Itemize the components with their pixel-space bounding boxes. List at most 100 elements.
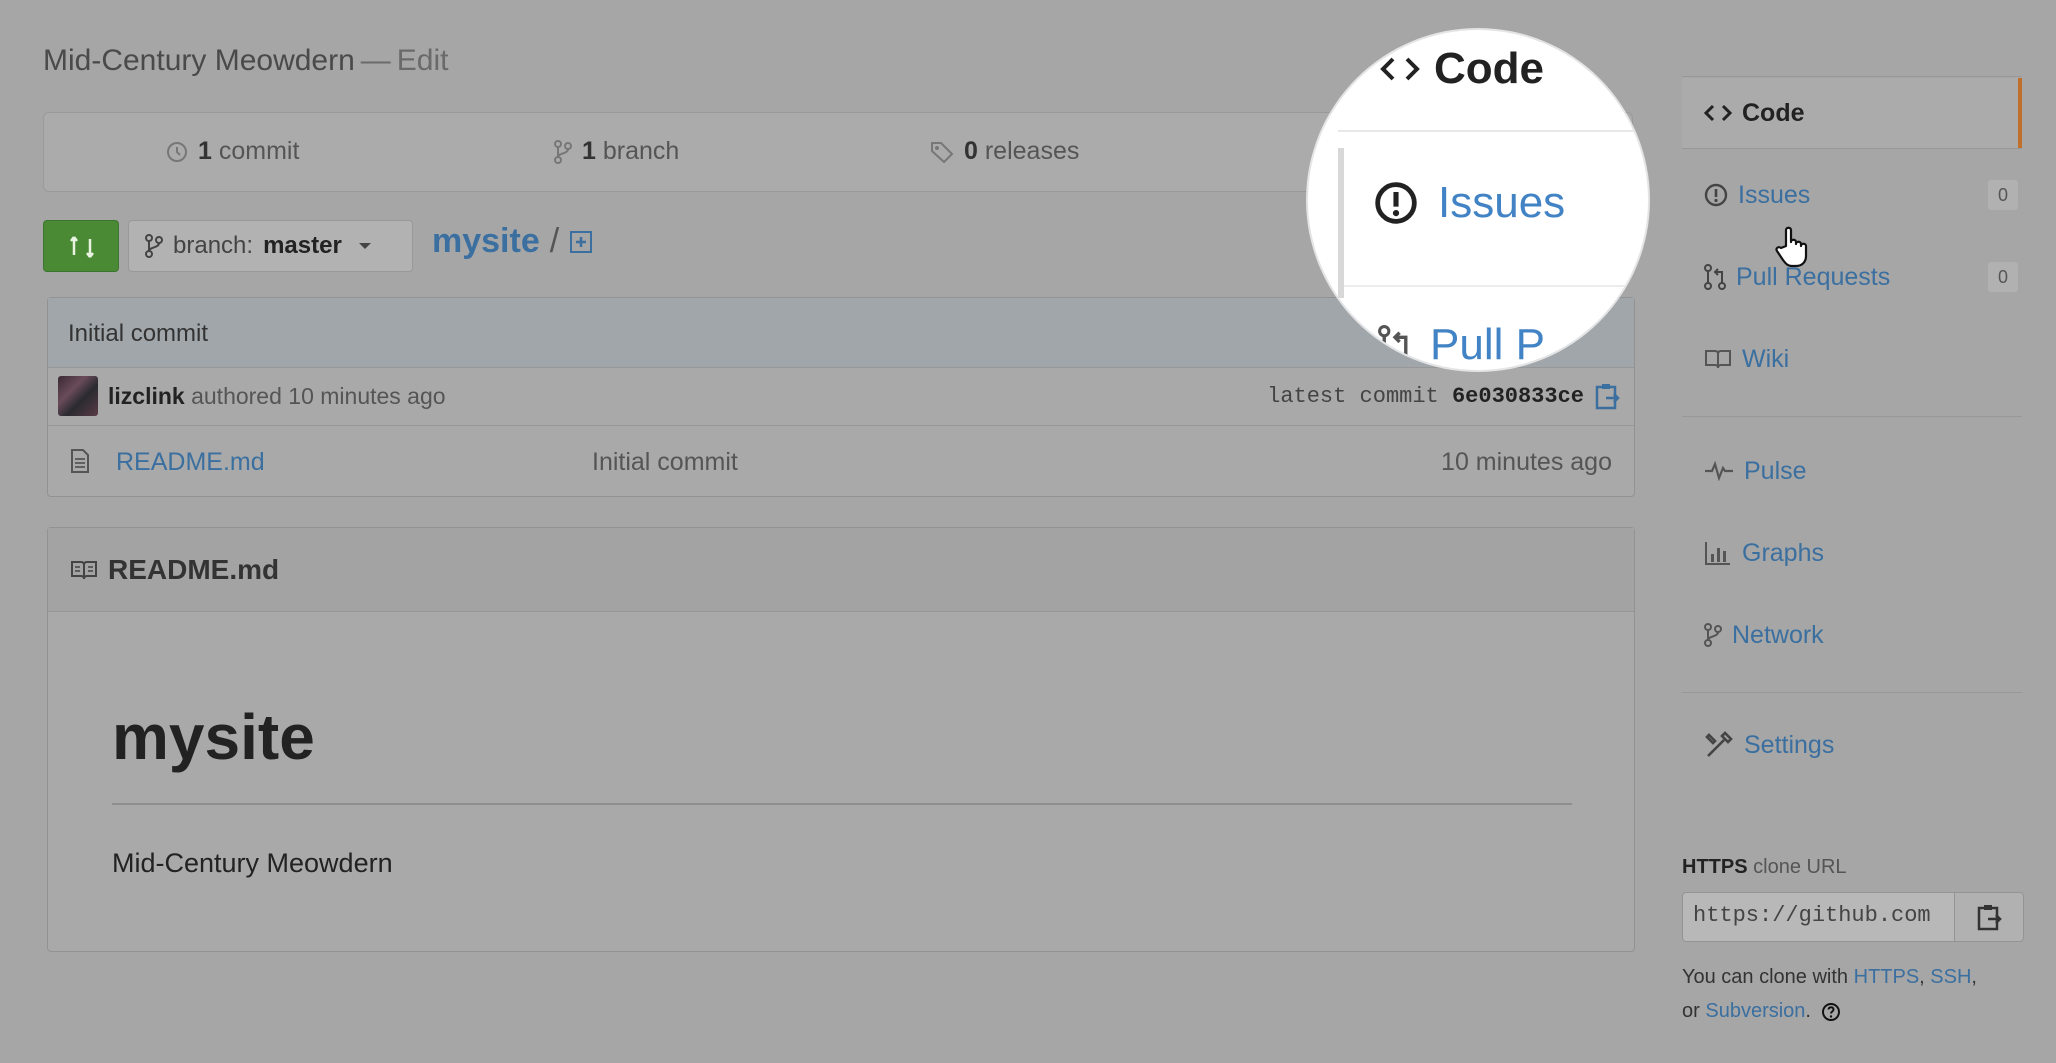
magnified-pull-requests-item: Pull P xyxy=(1378,320,1545,370)
nav-label-settings: Settings xyxy=(1744,730,1835,759)
issue-opened-icon xyxy=(1374,181,1418,225)
breadcrumb: mysite / xyxy=(432,222,593,261)
clone-help-period: . xyxy=(1805,1000,1811,1022)
releases-stat[interactable]: 0 releases xyxy=(930,137,1079,166)
graph-icon xyxy=(1704,540,1732,566)
clone-https-link[interactable]: HTTPS xyxy=(1854,966,1920,988)
copy-clone-url-button[interactable] xyxy=(1954,892,2024,942)
branch-name: master xyxy=(263,232,342,259)
nav-label-pulse: Pulse xyxy=(1744,456,1807,485)
edit-link[interactable]: Edit xyxy=(397,44,449,77)
tools-icon xyxy=(1704,730,1734,760)
clone-url-input[interactable]: https://github.com xyxy=(1682,892,1954,942)
clone-ssh-link[interactable]: SSH xyxy=(1930,966,1971,988)
commit-author-row: lizclink authored 10 minutes ago latest … xyxy=(48,368,1634,426)
nav-item-network[interactable]: Network xyxy=(1682,600,2022,670)
pull-request-icon xyxy=(1378,325,1412,365)
commits-stat[interactable]: 1 commit xyxy=(166,137,299,166)
book-icon xyxy=(1704,348,1732,370)
branch-icon xyxy=(554,139,572,164)
branch-selector[interactable]: branch: master xyxy=(128,220,413,272)
compare-icon xyxy=(68,233,96,261)
readme-paragraph: Mid-Century Meowdern xyxy=(112,848,393,878)
latest-commit-label: latest commit xyxy=(1267,384,1439,409)
issue-opened-icon xyxy=(1704,183,1728,207)
nav-item-wiki[interactable]: Wiki xyxy=(1682,324,2022,394)
network-icon xyxy=(1704,623,1722,647)
commit-sha[interactable]: 6e030833ce xyxy=(1452,384,1584,409)
branches-stat[interactable]: 1 branch xyxy=(554,137,679,166)
file-icon xyxy=(70,448,90,474)
magnified-scroll-bar xyxy=(1338,148,1344,298)
clipboard-icon xyxy=(1976,903,2002,931)
nav-item-pull-requests[interactable]: Pull Requests 0 xyxy=(1682,242,2022,312)
avatar[interactable] xyxy=(58,376,98,416)
releases-count: 0 xyxy=(964,137,978,165)
pull-request-icon xyxy=(1704,264,1726,290)
pulse-icon xyxy=(1704,461,1734,481)
clone-subversion-link[interactable]: Subversion xyxy=(1705,1000,1805,1022)
clone-help-prefix: You can clone with xyxy=(1682,966,1849,988)
clipboard-icon[interactable] xyxy=(1594,382,1620,410)
new-file-icon[interactable] xyxy=(569,230,593,254)
magnified-issues-label: Issues xyxy=(1438,178,1566,227)
clone-help-comma: , xyxy=(1971,966,1977,988)
clone-label-suffix: clone URL xyxy=(1753,856,1847,878)
commit-message[interactable]: Initial commit xyxy=(68,320,208,348)
readme-panel: README.md mysite Mid-Century Meowdern xyxy=(47,527,1635,952)
commits-count: 1 xyxy=(198,137,212,165)
hand-cursor-icon xyxy=(1774,224,1814,272)
question-icon[interactable] xyxy=(1821,1002,1841,1022)
author-info: lizclink authored 10 minutes ago xyxy=(108,383,446,410)
clone-url-label: HTTPS clone URL xyxy=(1682,856,1847,879)
nav-item-code[interactable]: Code xyxy=(1682,78,2022,148)
compare-button[interactable] xyxy=(43,220,119,272)
issues-count-badge: 0 xyxy=(1988,180,2018,210)
readme-heading: mysite xyxy=(112,701,315,773)
repo-name: Mid-Century Meowdern xyxy=(43,44,355,77)
nav-divider xyxy=(1682,148,2022,149)
nav-item-settings[interactable]: Settings xyxy=(1682,710,2022,780)
nav-label-issues: Issues xyxy=(1738,180,1811,209)
branches-count: 1 xyxy=(582,137,596,165)
magnified-issues-item: Issues xyxy=(1374,178,1565,228)
magnified-divider xyxy=(1344,285,1648,287)
file-row[interactable]: README.md Initial commit 10 minutes ago xyxy=(48,426,1634,496)
readme-header: README.md xyxy=(48,528,1634,612)
readme-filename: README.md xyxy=(108,553,280,585)
clone-help-or: or xyxy=(1682,1000,1700,1022)
file-name-link[interactable]: README.md xyxy=(116,448,265,477)
nav-item-pulse[interactable]: Pulse xyxy=(1682,436,2022,506)
nav-label-code: Code xyxy=(1742,98,1805,127)
code-icon xyxy=(1380,56,1420,82)
nav-divider xyxy=(1682,76,2022,77)
code-icon xyxy=(1704,104,1732,122)
tag-icon xyxy=(930,141,954,163)
nav-label-wiki: Wiki xyxy=(1742,344,1790,373)
pulls-count-badge: 0 xyxy=(1988,262,2018,292)
file-commit-message[interactable]: Initial commit xyxy=(592,448,738,477)
magnifier-callout: Code Issues Pull P xyxy=(1308,30,1648,370)
repo-title: Mid-Century Meowdern — Edit xyxy=(43,44,448,78)
magnified-code-tab: Code xyxy=(1380,44,1544,94)
commits-label: commit xyxy=(218,137,300,165)
nav-divider xyxy=(1682,416,2022,417)
releases-label: releases xyxy=(984,137,1080,165)
repo-root-link[interactable]: mysite xyxy=(432,222,540,261)
nav-divider xyxy=(1682,692,2022,693)
author-link[interactable]: lizclink xyxy=(108,383,185,409)
clone-help-text: You can clone with HTTPS, SSH, or Subver… xyxy=(1682,960,2032,1028)
branch-icon xyxy=(145,234,163,258)
file-age: 10 minutes ago xyxy=(1441,448,1612,476)
clone-protocol: HTTPS xyxy=(1682,856,1748,878)
chevron-down-icon xyxy=(358,241,372,251)
nav-item-graphs[interactable]: Graphs xyxy=(1682,518,2022,588)
path-separator: / xyxy=(549,222,560,260)
nav-item-issues[interactable]: Issues 0 xyxy=(1682,160,2022,230)
nav-label-network: Network xyxy=(1732,620,1824,649)
authored-time: authored 10 minutes ago xyxy=(191,383,446,409)
repo-nav-sidebar: Code Issues 0 Pull Requests 0 Wiki Pulse… xyxy=(1682,60,2026,818)
book-icon xyxy=(70,559,98,581)
nav-label-graphs: Graphs xyxy=(1742,538,1824,567)
history-icon xyxy=(166,141,188,163)
